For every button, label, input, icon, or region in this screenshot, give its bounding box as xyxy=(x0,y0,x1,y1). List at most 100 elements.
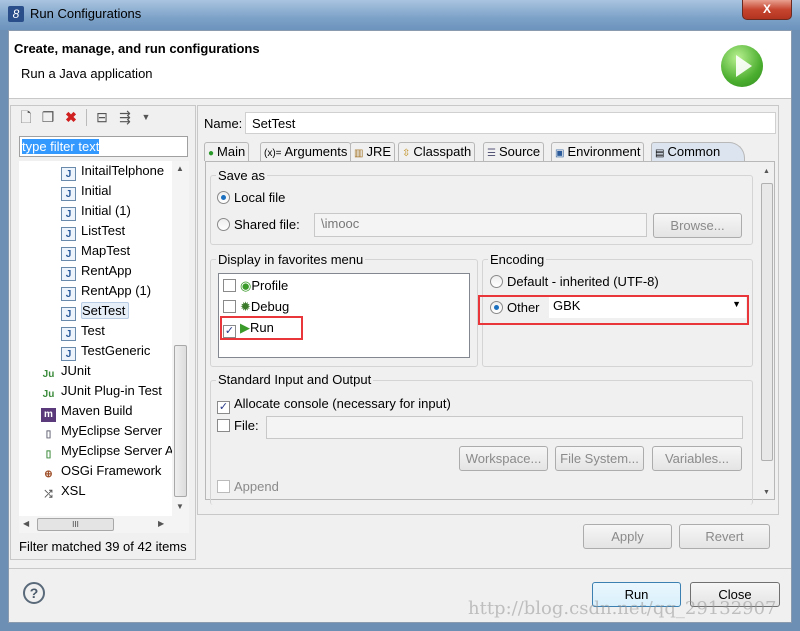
tree-item[interactable]: ▯ MyEclipse Server xyxy=(41,421,162,441)
file-input[interactable] xyxy=(266,416,743,439)
favorites-legend: Display in favorites menu xyxy=(216,252,366,267)
xsl-icon: ⤮ xyxy=(44,489,53,500)
dropdown-icon[interactable]: ▼ xyxy=(137,108,155,126)
favorite-label: Debug xyxy=(250,299,290,314)
browse-button[interactable]: Browse... xyxy=(653,213,742,238)
tree-item[interactable]: Ju JUnit Plug-in Test xyxy=(41,381,162,401)
tab-environment[interactable]: ▣ Environment xyxy=(551,142,645,161)
tab-jre[interactable]: ▥ JRE xyxy=(350,142,396,161)
tree-item-label: InitailTelphone xyxy=(81,163,165,178)
filter-text: type filter text xyxy=(22,139,100,154)
scroll-down-icon[interactable]: ▼ xyxy=(763,489,770,496)
junit-icon: Ju xyxy=(42,369,55,380)
header-subtitle: Run a Java application xyxy=(21,66,153,81)
source-icon: ☰ xyxy=(487,148,496,159)
tree-item-label: RentApp (1) xyxy=(81,283,152,298)
tree-item[interactable]: J RentApp (1) xyxy=(61,281,151,301)
tab-label: JRE xyxy=(366,144,392,159)
radio-unselected xyxy=(490,275,503,288)
tree-item[interactable]: m Maven Build xyxy=(41,401,133,422)
checkbox-unchecked[interactable] xyxy=(223,279,236,292)
local-file-radio[interactable]: Local file xyxy=(217,190,285,205)
scroll-up-icon[interactable]: ▲ xyxy=(763,168,770,175)
watermark: http://blog.csdn.net/qq_29132907 xyxy=(468,598,777,619)
stdio-legend: Standard Input and Output xyxy=(216,372,374,387)
collapse-all-icon[interactable]: ⊟ xyxy=(93,108,111,126)
tree-item[interactable]: J Initial (1) xyxy=(61,201,131,221)
java-app-icon: J xyxy=(61,287,76,301)
filter-status: Filter matched 39 of 42 items xyxy=(19,539,187,554)
checkbox-unchecked xyxy=(217,419,230,432)
tree-item-label: MyEclipse Server xyxy=(61,423,163,438)
tree-item[interactable]: J ListTest xyxy=(61,221,125,241)
close-window-button[interactable]: X xyxy=(742,0,792,20)
scroll-left-icon[interactable]: ◀ xyxy=(23,519,29,528)
apply-button[interactable]: Apply xyxy=(583,524,672,549)
java-app-icon: J xyxy=(61,187,76,201)
java-app-icon: J xyxy=(61,307,76,321)
tree-item-label: RentApp xyxy=(81,263,132,278)
tab-source[interactable]: ☰ Source xyxy=(483,142,545,161)
append-checkbox[interactable]: Append xyxy=(217,479,279,494)
tree-item-label: JUnit Plug-in Test xyxy=(61,383,162,398)
shared-file-radio[interactable]: Shared file: xyxy=(217,217,300,232)
duplicate-icon[interactable]: ❐ xyxy=(39,108,57,126)
checkbox-unchecked[interactable] xyxy=(223,300,236,313)
tab-classpath[interactable]: ⇳ Classpath xyxy=(398,142,476,161)
favorite-debug[interactable]: ✹Debug xyxy=(223,299,289,315)
tree-item[interactable]: ⊕ OSGi Framework xyxy=(41,461,161,481)
tree-item[interactable]: J TestGeneric xyxy=(61,341,150,361)
allocate-console-label: Allocate console (necessary for input) xyxy=(234,396,451,411)
name-label: Name: xyxy=(204,116,243,131)
run-icon xyxy=(721,45,763,87)
tree-item[interactable]: J SetTest xyxy=(61,301,130,321)
delete-icon[interactable]: ✖ xyxy=(62,108,80,126)
highlight-box xyxy=(478,295,749,325)
filter-input[interactable]: type filter text xyxy=(19,136,188,157)
tree-item[interactable]: Ju JUnit xyxy=(41,361,91,381)
filter-icon[interactable]: ⇶ xyxy=(116,108,134,126)
revert-button[interactable]: Revert xyxy=(679,524,770,549)
tab-scroll-thumb[interactable] xyxy=(761,183,773,461)
allocate-console-checkbox[interactable]: ✓ Allocate console (necessary for input) xyxy=(217,396,451,414)
environment-icon: ▣ xyxy=(555,148,565,159)
java-app-icon: J xyxy=(61,267,76,281)
tree-item-label: JUnit xyxy=(61,363,91,378)
maven-icon: m xyxy=(41,408,56,422)
java-app-icon: J xyxy=(61,347,76,361)
tab-label: Source xyxy=(498,144,541,159)
scroll-right-icon[interactable]: ▶ xyxy=(158,519,164,528)
name-input[interactable]: SetTest xyxy=(245,112,776,134)
scroll-down-icon[interactable]: ▼ xyxy=(176,502,184,511)
tab-main[interactable]: ● Main xyxy=(204,142,250,161)
tree-item-label: Initial (1) xyxy=(81,203,131,218)
tree-item-label: MyEclipse Server A xyxy=(61,443,174,458)
tree-item[interactable]: ▯ MyEclipse Server A xyxy=(41,441,174,461)
tab-arguments[interactable]: (x)= Arguments xyxy=(260,142,352,161)
horizontal-scroll-thumb[interactable]: III xyxy=(37,518,114,531)
new-config-icon[interactable]: 🗋 xyxy=(17,108,35,126)
variables-button[interactable]: Variables... xyxy=(652,446,742,471)
help-icon[interactable]: ? xyxy=(23,582,45,604)
java-app-icon: J xyxy=(61,247,76,261)
encoding-default-radio[interactable]: Default - inherited (UTF-8) xyxy=(490,274,659,289)
tree-item[interactable]: J InitailTelphone xyxy=(61,161,164,181)
tree-item[interactable]: J RentApp xyxy=(61,261,132,281)
header-title: Create, manage, and run configurations xyxy=(14,41,260,56)
scroll-up-icon[interactable]: ▲ xyxy=(176,164,184,173)
file-label: File: xyxy=(234,418,259,433)
workspace-button[interactable]: Workspace... xyxy=(459,446,548,471)
tree-item[interactable]: J Initial xyxy=(61,181,111,201)
tree-item[interactable]: ⤮ XSL xyxy=(41,481,86,501)
tree-item[interactable]: J MapTest xyxy=(61,241,130,261)
file-checkbox[interactable]: File: xyxy=(217,418,259,433)
tab-common[interactable]: ▤ Common xyxy=(651,142,746,161)
radio-selected xyxy=(217,191,230,204)
jre-icon: ▥ xyxy=(354,148,364,159)
file-system-button[interactable]: File System... xyxy=(555,446,644,471)
tree-item-label: Test xyxy=(81,323,105,338)
shared-file-input[interactable]: \imooc xyxy=(314,213,647,237)
tree-scroll-thumb[interactable] xyxy=(174,345,187,497)
favorite-profile[interactable]: ◉Profile xyxy=(223,278,288,294)
tree-item[interactable]: J Test xyxy=(61,321,105,341)
